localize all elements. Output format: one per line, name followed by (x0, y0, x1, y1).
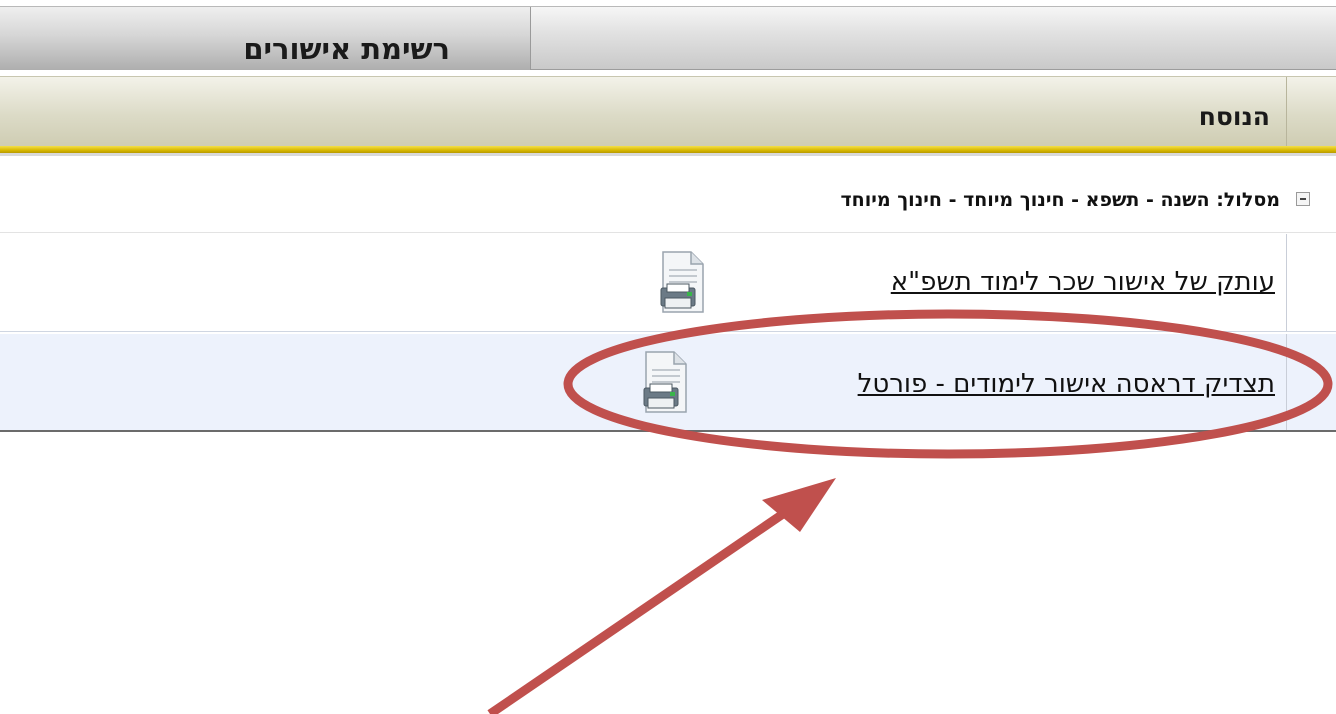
printer-document-icon[interactable] (657, 250, 709, 316)
document-link[interactable]: עותק של אישור שכר לימוד תשפ"א (715, 264, 1275, 300)
collapse-minus-icon[interactable] (1296, 192, 1310, 206)
approvals-page: רשימת אישורים הנוסח מסלול: השנה - תשפא -… (0, 0, 1336, 714)
group-label: מסלול: השנה - תשפא - חינוך מיוחד - חינוך… (840, 189, 1281, 211)
table-row: תצדיק דראסה אישור לימודים - פורטל (0, 334, 1336, 432)
column-header: הנוסח (0, 76, 1336, 147)
column-divider (1286, 77, 1287, 147)
column-divider (1286, 334, 1287, 430)
title-bar: רשימת אישורים (0, 6, 1336, 70)
table-row: עותק של אישור שכר לימוד תשפ"א (0, 234, 1336, 332)
arrow-head-icon (762, 478, 836, 532)
header-underline (0, 153, 1336, 156)
page-title: רשימת אישורים (243, 32, 450, 66)
column-header-text[interactable]: הנוסח (1120, 100, 1270, 134)
document-link[interactable]: תצדיק דראסה אישור לימודים - פורטל (700, 366, 1275, 402)
arrow-shaft (487, 486, 821, 714)
printer-document-icon[interactable] (640, 350, 692, 416)
header-accent-line (0, 146, 1336, 153)
group-row: מסלול: השנה - תשפא - חינוך מיוחד - חינוך… (0, 166, 1336, 233)
column-divider (1286, 234, 1287, 331)
